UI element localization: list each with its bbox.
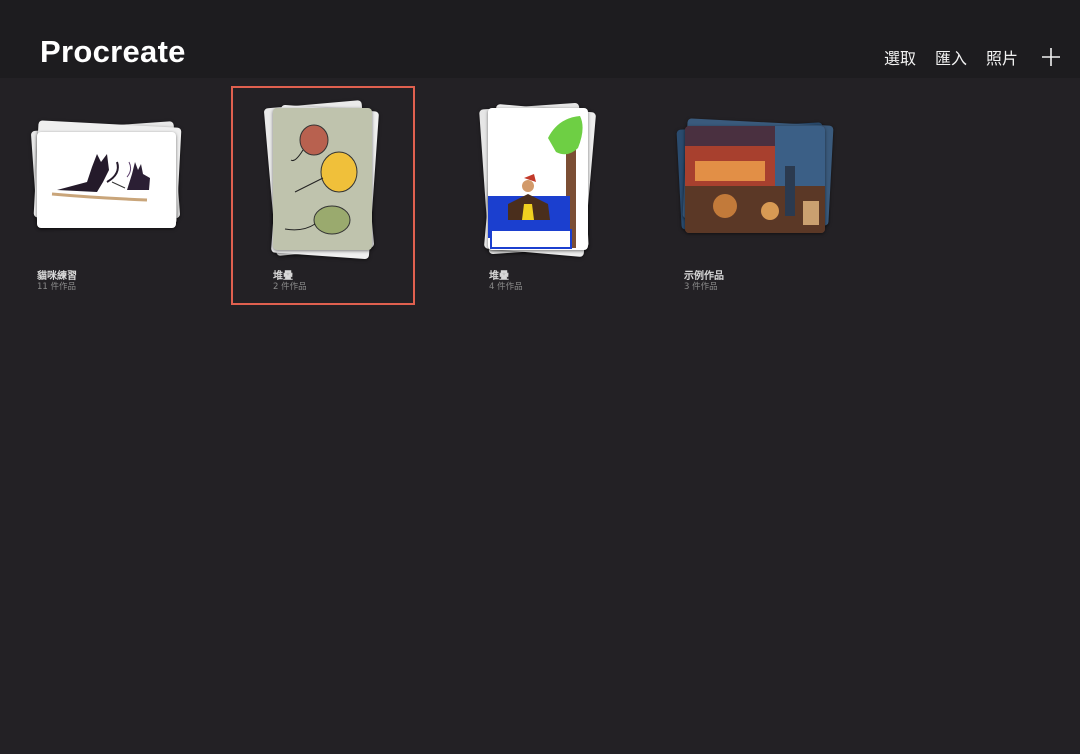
import-button[interactable]: 匯入: [935, 45, 967, 69]
stack-count: 11 件作品: [37, 282, 77, 292]
photo-button[interactable]: 照片: [986, 45, 1018, 69]
plus-icon[interactable]: [1040, 46, 1062, 68]
app-title: Procreate: [40, 34, 186, 69]
selection-highlight: [231, 86, 415, 305]
night-market-thumbnail: [685, 126, 825, 233]
cats-thumbnail: [37, 132, 176, 228]
top-bar: Procreate 選取 匯入 照片: [0, 0, 1080, 78]
girl-tree-thumbnail: [488, 108, 588, 250]
stack-count: 4 件作品: [489, 282, 523, 292]
toolbar-actions: 選取 匯入 照片: [865, 45, 1062, 69]
select-button[interactable]: 選取: [884, 45, 916, 69]
stack-count: 3 件作品: [684, 282, 718, 292]
